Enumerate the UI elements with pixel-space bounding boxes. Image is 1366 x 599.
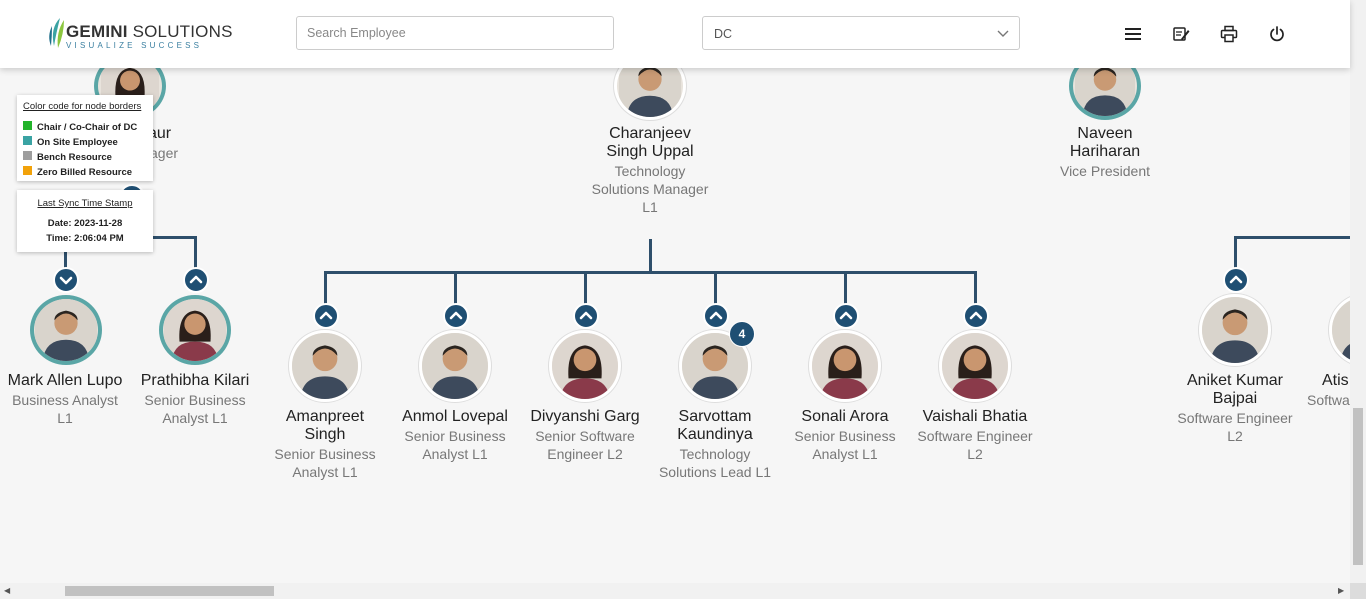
vertical-scrollbar-thumb[interactable] — [1353, 408, 1363, 565]
search-employee-input[interactable] — [296, 16, 614, 50]
connector-center-drop-5 — [844, 271, 847, 307]
edit-note-icon[interactable] — [1171, 24, 1191, 44]
collapse-toggle-icon[interactable] — [963, 303, 989, 329]
legend-swatch-teal — [23, 136, 32, 145]
node-role: ager — [150, 145, 179, 161]
sync-time: Time: 2:06:04 PM — [46, 233, 124, 244]
node-role: Technology Solutions Lead L1 — [658, 446, 772, 480]
menu-icon[interactable] — [1123, 24, 1143, 44]
legend-item: Zero Billed Resource — [23, 166, 132, 178]
collapse-toggle-icon[interactable] — [183, 267, 209, 293]
connector-center-drop-4 — [714, 271, 717, 307]
logo-tagline: VISUALIZE SUCCESS — [66, 41, 203, 50]
collapse-toggle-icon[interactable] — [443, 303, 469, 329]
node-name: Divyanshi Garg — [530, 408, 640, 425]
print-icon[interactable] — [1219, 24, 1239, 44]
expand-toggle-icon[interactable] — [53, 267, 79, 293]
avatar[interactable] — [419, 330, 491, 402]
connector-center-drop-3 — [584, 271, 587, 307]
avatar[interactable] — [809, 330, 881, 402]
node-role: Business Analyst L1 — [12, 392, 118, 426]
power-icon[interactable] — [1267, 24, 1287, 44]
scrollbar-corner — [1350, 583, 1366, 599]
connector-right-drop-1 — [1234, 236, 1237, 270]
node-name: Naveen Hariharan — [1069, 125, 1141, 160]
node-name: Amanpreet Singh — [285, 408, 365, 443]
horizontal-scrollbar[interactable]: ◀ ▶ — [0, 583, 1350, 599]
node-name: aur — [148, 125, 172, 142]
company-logo[interactable]: GEMINI SOLUTIONS VISUALIZE SUCCESS — [46, 16, 232, 52]
collapse-toggle-icon[interactable] — [573, 303, 599, 329]
node-role: Senior Business Analyst L1 — [794, 428, 896, 462]
top-header: GEMINI SOLUTIONS VISUALIZE SUCCESS DC — [0, 0, 1350, 68]
legend-item: Bench Resource — [23, 151, 112, 163]
department-select[interactable]: DC — [702, 16, 1020, 50]
node-role: Senior Business Analyst L1 — [144, 392, 246, 426]
avatar[interactable] — [549, 330, 621, 402]
node-name: Aniket Kumar Bajpai — [1186, 372, 1284, 407]
logo-name: GEMINI SOLUTIONS — [66, 22, 233, 41]
node-role: Senior Business Analyst L1 — [274, 446, 376, 480]
connector-center-drop-2 — [454, 271, 457, 307]
scroll-left-arrow-icon[interactable]: ◀ — [4, 586, 10, 595]
avatar[interactable] — [159, 295, 231, 365]
node-role: Software Engineer L2 — [917, 428, 1033, 462]
legend-title: Color code for node borders — [23, 101, 142, 112]
collapse-toggle-icon[interactable] — [1223, 267, 1249, 293]
node-name: Vaishali Bhatia — [922, 408, 1028, 425]
node-role: Softwa — [1307, 392, 1350, 408]
legend-swatch-green — [23, 121, 32, 130]
avatar[interactable] — [1199, 294, 1271, 366]
connector-center-horizontal — [324, 271, 977, 274]
node-role: Senior Software Engineer L2 — [535, 428, 635, 462]
sync-date: Date: 2023-11-28 — [47, 218, 123, 229]
node-name: Sonali Arora — [801, 408, 889, 425]
node-role: Software Engineer L2 — [1177, 410, 1293, 444]
chevron-down-icon — [997, 30, 1009, 37]
org-chart[interactable]: aur ager Charanjeev Singh Uppal Technolo… — [0, 0, 1350, 583]
department-select-value: DC — [714, 27, 733, 41]
node-name: Mark Allen Lupo — [7, 372, 123, 389]
connector-center-drop-6 — [974, 271, 977, 307]
scroll-right-arrow-icon[interactable]: ▶ — [1338, 586, 1344, 595]
reportee-count-badge: 4 — [729, 321, 755, 347]
connector-center-drop-1 — [324, 271, 327, 307]
sync-title: Last Sync Time Stamp — [37, 198, 133, 209]
collapse-toggle-icon[interactable] — [833, 303, 859, 329]
border-color-legend: Color code for node borders Chair / Co-C… — [17, 95, 153, 181]
legend-item: Chair / Co-Chair of DC — [23, 121, 137, 133]
node-name: Prathibha Kilari — [140, 372, 250, 389]
avatar[interactable] — [939, 330, 1011, 402]
node-name: Anmol Lovepal — [402, 408, 508, 425]
avatar[interactable] — [30, 295, 102, 365]
node-role: Vice President — [1059, 163, 1150, 179]
avatar[interactable] — [1329, 294, 1350, 366]
legend-swatch-orange — [23, 166, 32, 175]
legend-item: On Site Employee — [23, 136, 118, 148]
node-name: Atis — [1322, 372, 1349, 389]
node-name: Sarvottam Kaundinya — [677, 408, 753, 443]
node-role: Technology Solutions Manager L1 — [591, 163, 709, 215]
connector-right-horizontal — [1234, 236, 1350, 239]
horizontal-scrollbar-thumb[interactable] — [65, 586, 274, 596]
avatar[interactable] — [289, 330, 361, 402]
collapse-toggle-icon[interactable] — [313, 303, 339, 329]
last-sync-panel: Last Sync Time Stamp Date: 2023-11-28 Ti… — [17, 190, 153, 252]
legend-swatch-gray — [23, 151, 32, 160]
connector-center-stem — [649, 239, 652, 273]
vertical-scrollbar[interactable] — [1350, 0, 1366, 583]
node-name: Charanjeev Singh Uppal — [606, 125, 694, 160]
connector-left-drop-2 — [194, 236, 197, 270]
node-role: Senior Business Analyst L1 — [404, 428, 506, 462]
logo-leaf-icon — [49, 18, 64, 48]
collapse-toggle-icon[interactable] — [703, 303, 729, 329]
